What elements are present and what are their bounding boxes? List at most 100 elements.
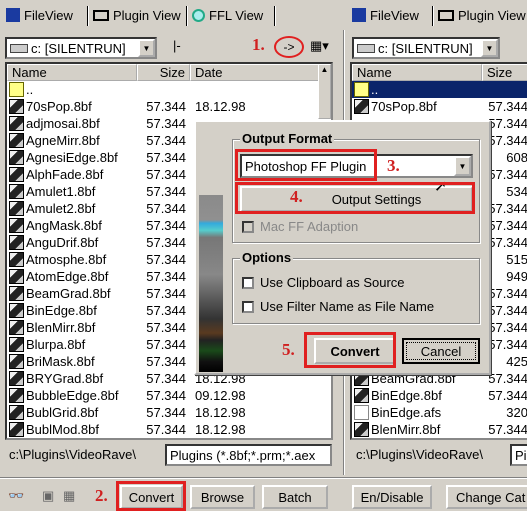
file-name: AgnesiEdge.8bf [26,150,118,165]
file-size: 57.344 [146,388,186,403]
endisable-button[interactable]: En/Disable [352,485,432,509]
file-name: Amulet1.8bf [26,184,96,199]
drive-select-right[interactable]: c: [SILENTRUN] ▼ [352,37,500,59]
batch-button[interactable]: Batch [262,485,328,509]
plugin-file-icon [9,99,24,114]
file-date: 18.12.98 [195,99,246,114]
file-name: BlenMirr.8bf [26,320,96,335]
file-row[interactable]: BinEdge.afs 320 [352,404,527,421]
column-name[interactable]: Name [352,64,482,81]
toolbar-marker: |- [173,38,181,53]
plugin-file-icon [354,422,369,437]
grid-icon[interactable]: ▦ [63,488,75,504]
floppy-icon [6,8,20,22]
file-name: BRYGrad.8bf [26,371,104,386]
chevron-down-icon: ▼ [138,39,155,57]
drive-icon [10,43,28,53]
annotation-1: 1. [252,35,265,54]
annotation-3: 3. [387,156,400,175]
left-path: c:\Plugins\VideoRave\ [9,447,136,462]
output-format-select[interactable]: Photoshop FF Plugin ▼ [240,154,473,178]
plugin-file-icon [9,371,24,386]
file-date: 18.12.98 [195,422,246,437]
plugin-file-icon [9,252,24,267]
plugin-file-icon [354,388,369,403]
file-size: 57.344 [146,269,186,284]
glasses-icon[interactable]: 👓 [8,488,24,504]
file-name: .. [26,82,34,97]
file-name: 70sPop.8bf [371,99,437,114]
plugin-info-icon[interactable]: ▣ [42,488,54,504]
browse-button[interactable]: Browse [190,485,255,509]
file-name: AgneMirr.8bf [26,133,100,148]
file-row[interactable]: BublMod.8bf 57.344 18.12.98 [7,421,331,438]
file-row[interactable]: 70sPop.8bf 57.344 [352,98,527,115]
file-size: 320 [506,405,527,420]
tab-plugin-view[interactable]: Plugin View [93,4,181,26]
plugin-file-icon [9,133,24,148]
tab-fileview[interactable]: FileView [6,4,73,26]
tab-plugin-view-right[interactable]: Plugin View [438,4,526,26]
file-size: 57.344 [146,252,186,267]
file-name: AnguDrif.8bf [26,235,99,250]
annotation-2: 2. [95,486,108,505]
convert-button[interactable]: Convert [120,485,183,509]
plugin-file-icon [9,422,24,437]
scroll-up-icon[interactable]: ▲ [319,65,330,74]
column-name[interactable]: Name [7,64,137,81]
plugin-file-icon [9,337,24,352]
output-format-label: Output Format [240,131,335,146]
file-size: 57.344 [146,354,186,369]
file-name: BublGrid.8bf [26,405,99,420]
dialog-cancel-button[interactable]: Cancel [402,338,480,364]
file-row[interactable]: BublGrid.8bf 57.344 18.12.98 [7,404,331,421]
mac-ff-checkbox[interactable]: Mac FF Adaption [242,219,358,234]
drive-select[interactable]: c: [SILENTRUN] ▼ [5,37,157,59]
file-row[interactable]: BubbleEdge.8bf 57.344 09.12.98 [7,387,331,404]
column-date[interactable]: Date [190,64,320,81]
file-size: 57.344 [146,201,186,216]
right-filter-select[interactable]: Pi [510,444,527,466]
file-size: 57.344 [146,320,186,335]
tab-fileview-right[interactable]: FileView [352,4,419,26]
file-size: 57.344 [488,422,527,437]
file-date: 18.12.98 [195,405,246,420]
column-size[interactable]: Size [482,64,527,81]
file-name: AngMask.8bf [26,218,102,233]
file-size: 57.344 [146,184,186,199]
plugin-file-icon [9,184,24,199]
plugin-icon [438,9,454,21]
plugin-file-icon [9,405,24,420]
plugin-file-icon [354,99,369,114]
file-size: 57.344 [488,388,527,403]
plugin-file-icon [9,235,24,250]
file-name: BubbleEdge.8bf [26,388,119,403]
options-label: Options [240,250,294,265]
view-options-icon[interactable]: ▦▾ [310,38,329,54]
file-size: 57.344 [146,303,186,318]
file-name: Amulet2.8bf [26,201,96,216]
dialog-convert-button[interactable]: Convert [314,338,396,364]
file-row[interactable]: .. [352,81,527,98]
file-row[interactable]: BinEdge.8bf 57.344 [352,387,527,404]
tab-ffl-view[interactable]: FFL View [192,4,263,26]
change-cat-button[interactable]: Change Cat [446,485,527,509]
clipboard-checkbox[interactable]: Use Clipboard as Source [242,275,405,290]
plugin-file-icon [9,388,24,403]
file-row[interactable]: BlenMirr.8bf 57.344 [352,421,527,438]
floppy-icon [352,8,366,22]
plugin-file-icon [9,303,24,318]
filtername-checkbox[interactable]: Use Filter Name as File Name [242,299,434,314]
column-size[interactable]: Size [137,64,190,81]
file-row[interactable]: .. [7,81,331,98]
file-row[interactable]: 70sPop.8bf 57.344 18.12.98 [7,98,331,115]
file-size: 57.344 [146,422,186,437]
file-size: 57.344 [146,405,186,420]
file-name: adjmosai.8bf [26,116,100,131]
left-filter-select[interactable]: Plugins (*.8bf;*.prm;*.aex [165,444,332,466]
copy-arrow-button[interactable]: -> [274,36,304,58]
magnifier-icon [192,8,205,22]
file-name: 70sPop.8bf [26,99,92,114]
file-size: 57.344 [146,167,186,182]
right-path: c:\Plugins\VideoRave\ [356,447,483,462]
